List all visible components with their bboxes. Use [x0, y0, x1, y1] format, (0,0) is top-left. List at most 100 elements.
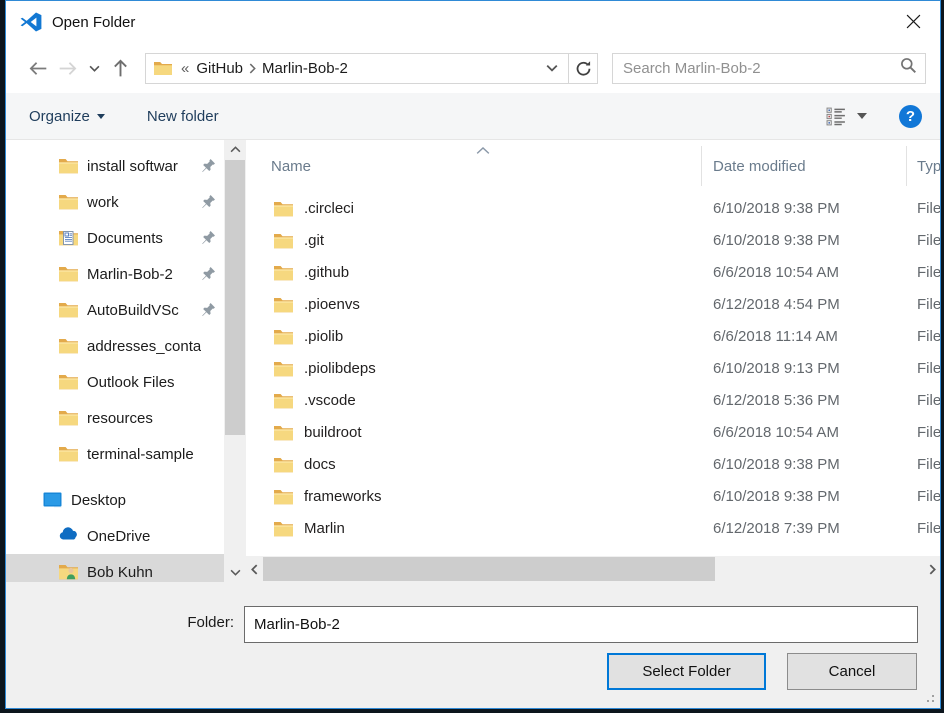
sidebar-scroll-thumb[interactable] [225, 160, 245, 435]
cancel-button[interactable]: Cancel [787, 653, 917, 690]
address-folder-icon [153, 60, 173, 77]
recent-locations-chevron-icon[interactable] [83, 53, 105, 83]
file-row--piolibdeps[interactable]: .piolibdeps6/10/2018 9:13 PMFile [246, 354, 940, 386]
file-date-modified: 6/12/2018 7:39 PM [713, 520, 840, 537]
navigation-bar: « GitHub Marlin-Bob-2 [6, 43, 940, 93]
back-arrow-icon[interactable] [23, 53, 53, 83]
help-button[interactable]: ? [899, 105, 922, 128]
search-input[interactable] [623, 60, 900, 77]
folder-icon [58, 157, 79, 175]
file-type: File [917, 488, 940, 505]
file-name: .piolib [304, 328, 343, 345]
sort-ascending-icon [476, 141, 490, 158]
file-name: frameworks [304, 488, 382, 505]
sidebar-item-outlook-files[interactable]: Outlook Files [6, 364, 224, 400]
scroll-left-icon[interactable] [246, 556, 262, 582]
file-name: .vscode [304, 392, 356, 409]
sidebar-item-bob-kuhn[interactable]: Bob Kuhn [6, 554, 224, 582]
pin-icon [201, 194, 216, 209]
horizontal-scrollbar[interactable] [246, 556, 940, 582]
new-folder-button[interactable]: New folder [147, 108, 219, 125]
sidebar-item-label: Bob Kuhn [87, 564, 153, 581]
file-row--piolib[interactable]: .piolib6/6/2018 11:14 AMFile [246, 322, 940, 354]
breadcrumb-chevron-icon[interactable] [247, 63, 258, 74]
file-name: .git [304, 232, 324, 249]
details-view-icon [826, 107, 847, 126]
close-icon[interactable] [890, 1, 936, 41]
file-row--git[interactable]: .git6/10/2018 9:38 PMFile [246, 226, 940, 258]
up-arrow-icon[interactable] [105, 53, 135, 83]
file-rows: .circleci6/10/2018 9:38 PMFile.git6/10/2… [246, 194, 940, 546]
breadcrumb-github[interactable]: GitHub [192, 60, 247, 77]
search-icon[interactable] [900, 57, 917, 79]
column-divider[interactable] [701, 146, 702, 186]
scroll-down-icon[interactable] [224, 563, 246, 582]
file-type: File [917, 232, 940, 249]
scroll-up-icon[interactable] [224, 140, 246, 159]
file-date-modified: 6/12/2018 5:36 PM [713, 392, 840, 409]
file-name: .pioenvs [304, 296, 360, 313]
breadcrumb-marlin-bob-2[interactable]: Marlin-Bob-2 [258, 60, 352, 77]
column-header-name[interactable]: Name [271, 158, 311, 175]
change-view-button[interactable] [820, 103, 873, 130]
file-name: buildroot [304, 424, 362, 441]
column-header-date-modified[interactable]: Date modified [713, 158, 806, 175]
pin-icon [201, 158, 216, 173]
folder-name-input[interactable] [244, 606, 918, 643]
column-divider[interactable] [906, 146, 907, 186]
folder-icon [58, 193, 79, 211]
scroll-right-icon[interactable] [924, 556, 940, 582]
file-row-docs[interactable]: docs6/10/2018 9:38 PMFile [246, 450, 940, 482]
sidebar-item-documents[interactable]: Documents [6, 220, 224, 256]
window-title: Open Folder [52, 14, 135, 31]
sidebar-item-addresses-conta[interactable]: addresses_conta [6, 328, 224, 364]
new-folder-label: New folder [147, 108, 219, 125]
sidebar-item-onedrive[interactable]: OneDrive [6, 518, 224, 554]
file-row--vscode[interactable]: .vscode6/12/2018 5:36 PMFile [246, 386, 940, 418]
breadcrumb-overflow-button[interactable]: « [175, 60, 192, 77]
address-bar[interactable]: « GitHub Marlin-Bob-2 [145, 53, 569, 84]
folder-icon [273, 232, 294, 250]
sidebar-item-autobuildvsc[interactable]: AutoBuildVSc [6, 292, 224, 328]
folder-icon [58, 373, 79, 391]
sidebar-item-label: terminal-sample [87, 446, 194, 463]
refresh-icon[interactable] [569, 53, 598, 84]
sidebar-item-label: work [87, 194, 119, 211]
sidebar-item-install-softwar[interactable]: install softwar [6, 148, 224, 184]
file-row--github[interactable]: .github6/6/2018 10:54 AMFile [246, 258, 940, 290]
sidebar-scrollbar[interactable] [224, 140, 246, 582]
file-row-frameworks[interactable]: frameworks6/10/2018 9:38 PMFile [246, 482, 940, 514]
folder-icon [58, 409, 79, 427]
toolbar-right-group: ? [820, 103, 922, 130]
sidebar-item-terminal-sample[interactable]: terminal-sample [6, 436, 224, 472]
file-row--circleci[interactable]: .circleci6/10/2018 9:38 PMFile [246, 194, 940, 226]
search-box[interactable] [612, 53, 926, 84]
select-folder-button[interactable]: Select Folder [607, 653, 766, 690]
sidebar-item-work[interactable]: work [6, 184, 224, 220]
file-row--pioenvs[interactable]: .pioenvs6/12/2018 4:54 PMFile [246, 290, 940, 322]
pin-icon [201, 302, 216, 317]
file-type: File [917, 456, 940, 473]
address-dropdown-chevron-icon[interactable] [540, 64, 564, 72]
folder-icon [273, 424, 294, 442]
organize-menu[interactable]: Organize [29, 108, 105, 125]
folder-icon [273, 520, 294, 538]
forward-arrow-icon[interactable] [53, 53, 83, 83]
file-date-modified: 6/10/2018 9:13 PM [713, 360, 840, 377]
file-name: .piolibdeps [304, 360, 376, 377]
resize-grip[interactable] [922, 690, 936, 704]
folder-icon [273, 360, 294, 378]
vscode-logo-icon [19, 10, 43, 34]
file-row-marlin[interactable]: Marlin6/12/2018 7:39 PMFile [246, 514, 940, 546]
folder-icon [273, 200, 294, 218]
sidebar-item-resources[interactable]: resources [6, 400, 224, 436]
folder-icon [273, 392, 294, 410]
column-header-type[interactable]: Typ [917, 158, 940, 175]
horizontal-scroll-thumb[interactable] [263, 557, 715, 581]
sidebar-item-desktop[interactable]: Desktop [6, 482, 224, 518]
sidebar-item-label: install softwar [87, 158, 178, 175]
pin-icon [201, 266, 216, 281]
sidebar-item-label: Outlook Files [87, 374, 175, 391]
file-row-buildroot[interactable]: buildroot6/6/2018 10:54 AMFile [246, 418, 940, 450]
sidebar-item-marlin-bob-2[interactable]: Marlin-Bob-2 [6, 256, 224, 292]
